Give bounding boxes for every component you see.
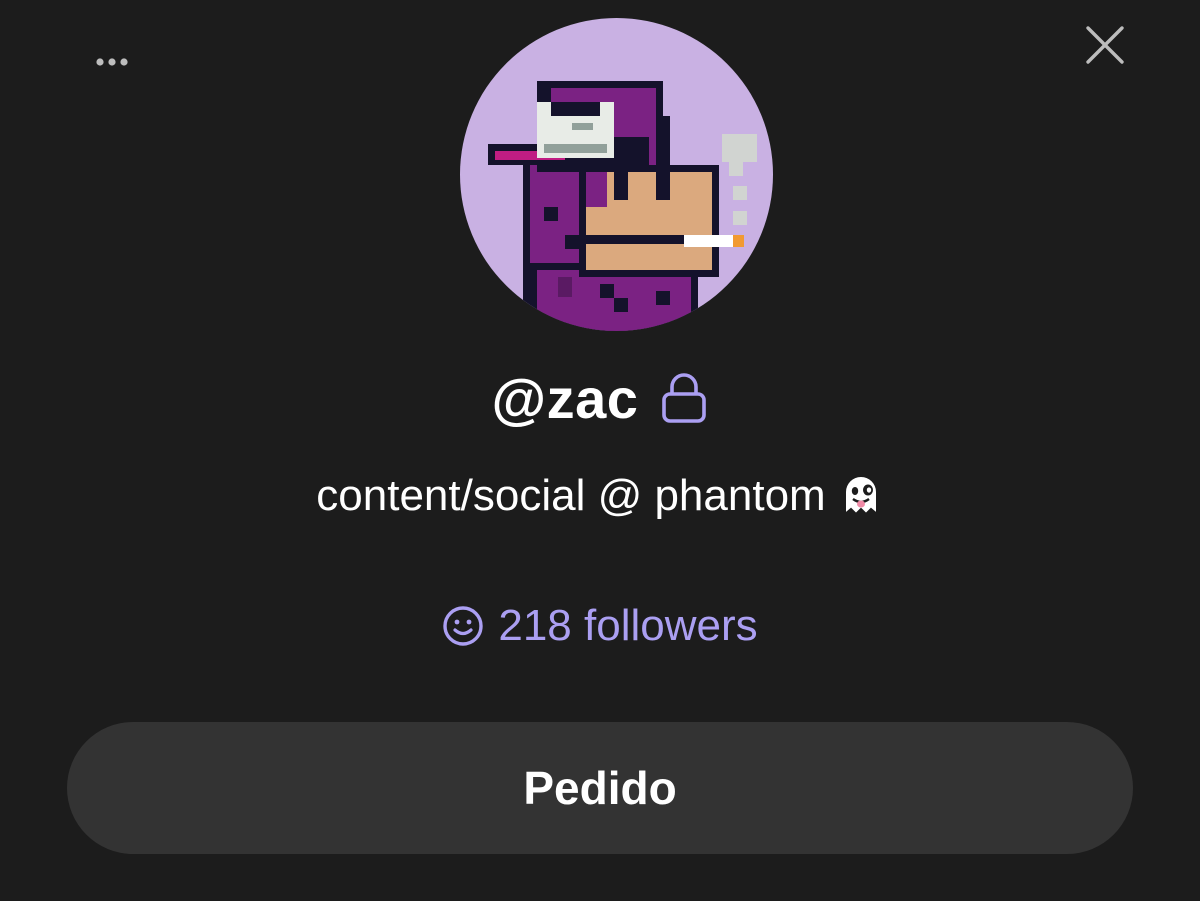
username: @zac bbox=[491, 366, 639, 430]
ghost-emoji-icon bbox=[838, 472, 884, 532]
close-button[interactable] bbox=[1078, 18, 1132, 72]
pixel-avatar bbox=[488, 81, 757, 331]
lock-icon bbox=[662, 373, 707, 423]
username-row: @zac bbox=[0, 360, 1200, 436]
pedido-button-label: Pedido bbox=[523, 762, 677, 814]
bio: content/social @ phantom bbox=[0, 468, 1200, 532]
smiley-icon bbox=[443, 606, 484, 646]
more-options-button[interactable] bbox=[88, 46, 136, 78]
avatar bbox=[460, 18, 773, 331]
followers-count: 218 followers bbox=[498, 601, 758, 650]
close-icon bbox=[1086, 26, 1124, 64]
bio-text: content/social @ phantom bbox=[316, 471, 826, 520]
followers-link[interactable]: 218 followers bbox=[0, 596, 1200, 656]
pedido-button[interactable]: Pedido bbox=[67, 722, 1133, 854]
more-horizontal-icon bbox=[96, 58, 128, 66]
profile-screen: @zac content/social @ phantom 218 follow… bbox=[0, 0, 1200, 901]
